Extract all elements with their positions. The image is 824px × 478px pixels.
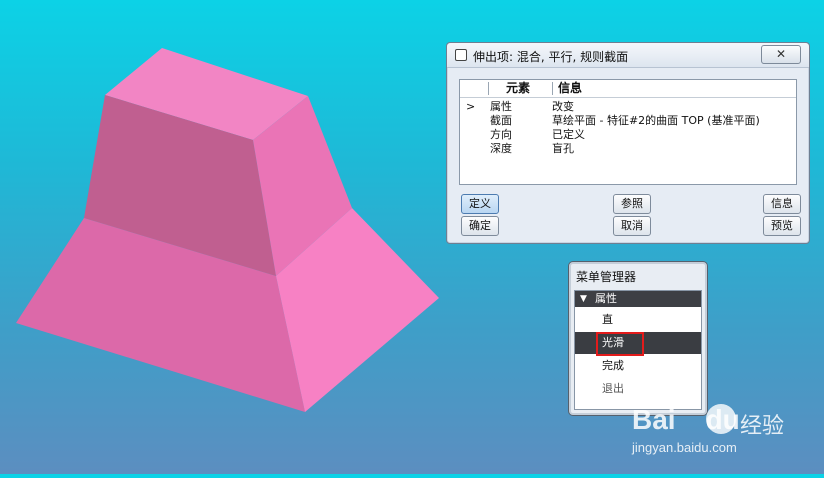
row-info: 改变 (552, 100, 574, 113)
define-button[interactable]: 定义 (461, 194, 499, 214)
column-header-info: 信息 (558, 81, 583, 95)
row-element: 属性 (490, 100, 512, 113)
menu-item-label: 退出 (602, 382, 624, 395)
row-element: 截面 (490, 114, 512, 127)
table-row[interactable]: 深度 盲孔 (460, 142, 796, 156)
paw-icon (706, 404, 736, 434)
menu-item-label: 完成 (602, 359, 624, 372)
close-icon: ✕ (775, 47, 787, 61)
row-info: 已定义 (552, 128, 585, 141)
menu-item-smooth[interactable]: 光滑 (575, 332, 701, 356)
ok-button[interactable]: 确定 (461, 216, 499, 236)
menu-item-done[interactable]: 完成 (575, 355, 701, 377)
watermark-text: 经验 (740, 414, 785, 439)
menu-item-label: 光滑 (602, 336, 624, 349)
menu-section-label: 属性 (595, 292, 617, 305)
references-button[interactable]: 参照 (613, 194, 651, 214)
dialog-titlebar[interactable]: 伸出项: 混合, 平行, 规则截面 ✕ (447, 43, 809, 68)
table-row[interactable]: 方向 已定义 (460, 128, 796, 142)
dialog-title: 伸出项: 混合, 平行, 规则截面 (473, 50, 629, 64)
row-caret-icon: > (466, 100, 476, 113)
row-info: 草绘平面 - 特征#2的曲面 TOP (基准平面) (552, 114, 760, 127)
menu-item-quit[interactable]: 退出 (575, 378, 701, 400)
triangle-down-icon: ▼ (580, 294, 587, 304)
close-button[interactable]: ✕ (761, 45, 801, 64)
watermark-url: jingyan.baidu.com (632, 440, 737, 455)
header-divider (460, 97, 796, 98)
baidu-watermark: Baidu 经验 jingyan.baidu.com (632, 400, 814, 464)
menu-section-header[interactable]: ▼ 属性 (575, 291, 701, 307)
element-table: 元素 信息 > 属性 改变 截面 草绘平面 - 特征#2的曲面 TOP (基准平… (459, 79, 797, 185)
menu-panel: ▼ 属性 直 光滑 完成 退出 (574, 290, 702, 410)
row-element: 方向 (490, 128, 512, 141)
feature-dialog: 伸出项: 混合, 平行, 规则截面 ✕ 元素 信息 > 属性 改变 截面 草绘平… (446, 42, 810, 244)
cancel-button[interactable]: 取消 (613, 216, 651, 236)
row-info: 盲孔 (552, 142, 574, 155)
column-header-element: 元素 (506, 81, 531, 95)
info-button[interactable]: 信息 (763, 194, 801, 214)
row-element: 深度 (490, 142, 512, 155)
table-row[interactable]: 截面 草绘平面 - 特征#2的曲面 TOP (基准平面) (460, 114, 796, 128)
menu-item-straight[interactable]: 直 (575, 309, 701, 331)
menu-manager-title: 菜单管理器 (576, 270, 637, 284)
table-row[interactable]: > 属性 改变 (460, 100, 796, 114)
preview-button[interactable]: 预览 (763, 216, 801, 236)
menu-item-label: 直 (602, 313, 613, 326)
window-icon (455, 49, 467, 61)
column-separator (552, 82, 553, 95)
menu-manager: 菜单管理器 ▼ 属性 直 光滑 完成 退出 (568, 261, 708, 416)
column-separator (488, 82, 489, 95)
